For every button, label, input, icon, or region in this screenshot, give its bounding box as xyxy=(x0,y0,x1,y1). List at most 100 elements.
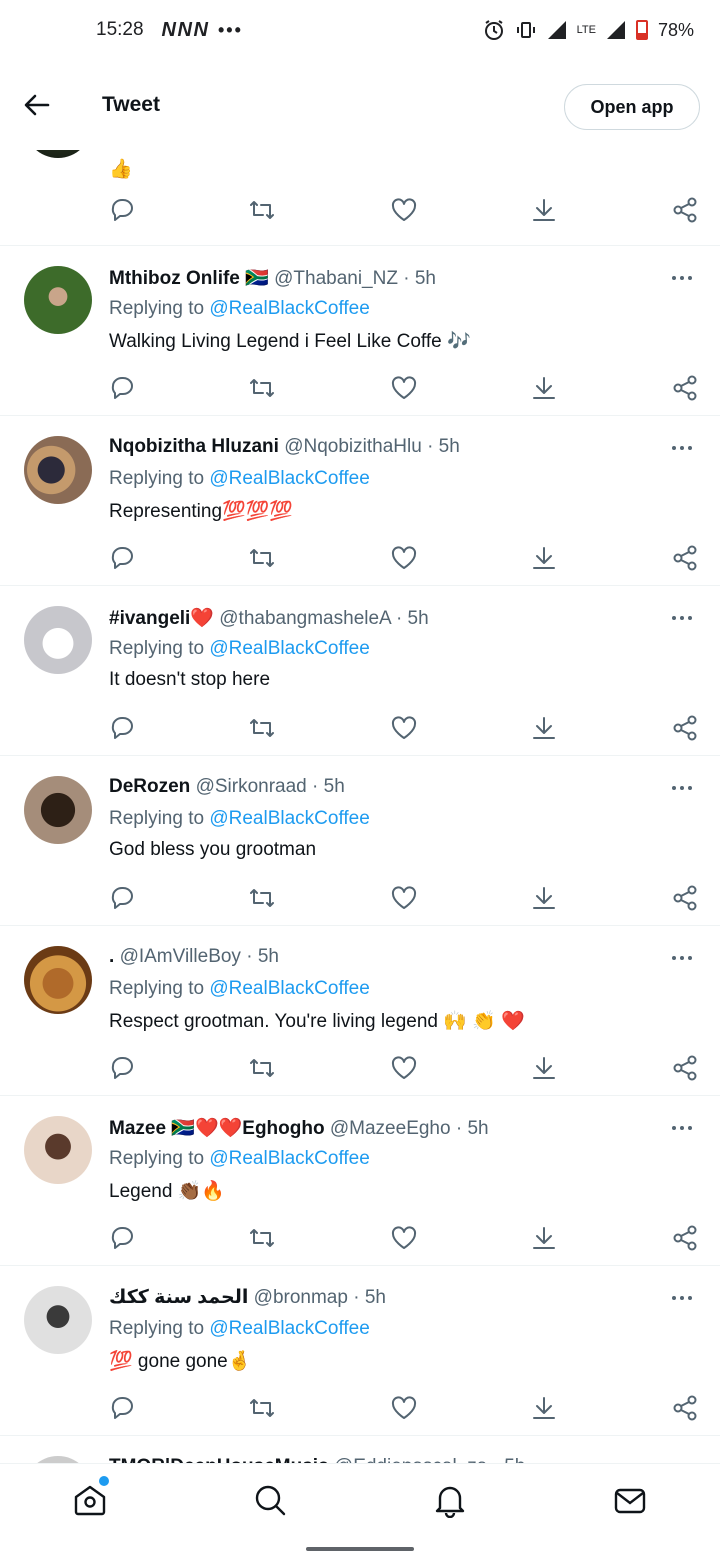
share-icon[interactable] xyxy=(671,714,699,742)
replies-feed[interactable]: 👍 Mthiboz Onlife 🇿🇦 @Thabani_NZ · 5h Rep… xyxy=(0,130,720,1463)
username-time: @Sirkonraad · 5h xyxy=(195,776,345,797)
reply-icon[interactable] xyxy=(108,1394,136,1422)
reply-icon[interactable] xyxy=(108,196,136,224)
avatar[interactable] xyxy=(24,1456,92,1463)
avatar[interactable] xyxy=(24,606,92,674)
retweet-icon[interactable] xyxy=(248,1054,276,1082)
network-n-icons: N N N xyxy=(161,18,208,41)
avatar[interactable] xyxy=(24,436,92,504)
avatar[interactable] xyxy=(24,1286,92,1354)
retweet-icon[interactable] xyxy=(248,1394,276,1422)
mention-link[interactable]: @RealBlackCoffee xyxy=(209,808,369,829)
avatar[interactable] xyxy=(24,946,92,1014)
retweet-icon[interactable] xyxy=(248,544,276,572)
tweet-partial-bottom[interactable]: TMOR|DeepHouseMusic @Eddiepascal_za · 5h xyxy=(0,1436,720,1463)
tweet[interactable]: Nqobizitha Hluzani @NqobizithaHlu · 5h R… xyxy=(0,416,720,586)
avatar[interactable] xyxy=(24,266,92,334)
share-icon[interactable] xyxy=(671,1394,699,1422)
tweet[interactable]: #ivangeli❤️ @thabangmasheleA · 5h Replyi… xyxy=(0,586,720,756)
reply-icon[interactable] xyxy=(108,884,136,912)
reply-icon[interactable] xyxy=(108,374,136,402)
display-name[interactable]: Nqobizitha Hluzani xyxy=(109,436,279,457)
download-icon[interactable] xyxy=(530,714,558,742)
share-icon[interactable] xyxy=(671,884,699,912)
home-notification-dot xyxy=(99,1476,109,1486)
heart-icon[interactable] xyxy=(390,196,418,224)
heart-icon[interactable] xyxy=(390,374,418,402)
display-name[interactable]: Mazee 🇿🇦❤️❤️Eghogho xyxy=(109,1118,325,1139)
mention-link[interactable]: @RealBlackCoffee xyxy=(209,978,369,999)
more-icon[interactable] xyxy=(670,268,694,288)
share-icon[interactable] xyxy=(671,374,699,402)
tweet[interactable]: DeRozen @Sirkonraad · 5h Replying to @Re… xyxy=(0,756,720,926)
retweet-icon[interactable] xyxy=(248,1224,276,1252)
tweet[interactable]: Mazee 🇿🇦❤️❤️Eghogho @MazeeEgho · 5h Repl… xyxy=(0,1096,720,1266)
download-icon[interactable] xyxy=(530,884,558,912)
display-name[interactable]: DeRozen xyxy=(109,776,190,797)
username-time: @MazeeEgho · 5h xyxy=(329,1118,489,1139)
more-icon[interactable] xyxy=(670,1118,694,1138)
battery-icon xyxy=(635,20,648,40)
username-time: @Thabani_NZ · 5h xyxy=(274,268,436,289)
heart-icon[interactable] xyxy=(390,1224,418,1252)
reply-icon[interactable] xyxy=(108,1054,136,1082)
display-name[interactable]: #ivangeli❤️ xyxy=(109,608,214,629)
more-icon[interactable] xyxy=(670,948,694,968)
tweet[interactable]: الحمد سنة ككك @bronmap · 5h Replying to … xyxy=(0,1266,720,1436)
mention-link[interactable]: @RealBlackCoffee xyxy=(209,468,369,489)
tweet[interactable]: . @IAmVilleBoy · 5h Replying to @RealBla… xyxy=(0,926,720,1096)
share-icon[interactable] xyxy=(671,1224,699,1252)
display-name[interactable]: الحمد سنة ككك xyxy=(109,1287,248,1308)
download-icon[interactable] xyxy=(530,374,558,402)
download-icon[interactable] xyxy=(530,196,558,224)
reply-icon[interactable] xyxy=(108,714,136,742)
heart-icon[interactable] xyxy=(390,1394,418,1422)
bell-icon[interactable] xyxy=(432,1482,468,1518)
search-icon[interactable] xyxy=(252,1482,288,1518)
heart-icon[interactable] xyxy=(390,714,418,742)
mention-link[interactable]: @RealBlackCoffee xyxy=(209,1148,369,1169)
back-arrow-icon[interactable] xyxy=(22,90,52,120)
mail-icon[interactable] xyxy=(612,1482,648,1518)
mention-link[interactable]: @RealBlackCoffee xyxy=(209,298,369,319)
share-icon[interactable] xyxy=(671,196,699,224)
retweet-icon[interactable] xyxy=(248,374,276,402)
more-icon[interactable] xyxy=(670,778,694,798)
reply-icon[interactable] xyxy=(108,544,136,572)
avatar[interactable] xyxy=(24,1116,92,1184)
display-name[interactable]: . xyxy=(109,946,114,967)
tweet[interactable]: Mthiboz Onlife 🇿🇦 @Thabani_NZ · 5h Reply… xyxy=(0,246,720,416)
status-right: LTE 78% xyxy=(483,19,694,41)
home-icon[interactable] xyxy=(72,1482,108,1518)
replying-to-label: Replying to xyxy=(109,1148,210,1169)
page-title: Tweet xyxy=(102,93,160,116)
username-time: @bronmap · 5h xyxy=(253,1287,386,1308)
display-name[interactable]: Mthiboz Onlife xyxy=(109,268,240,289)
download-icon[interactable] xyxy=(530,1054,558,1082)
download-icon[interactable] xyxy=(530,1224,558,1252)
download-icon[interactable] xyxy=(530,1394,558,1422)
tweet-header: Mazee 🇿🇦❤️❤️Eghogho @MazeeEgho · 5h xyxy=(109,1116,660,1140)
heart-icon[interactable] xyxy=(390,1054,418,1082)
retweet-icon[interactable] xyxy=(248,196,276,224)
open-app-button[interactable]: Open app xyxy=(564,84,700,130)
share-icon[interactable] xyxy=(671,544,699,572)
status-bar: 15:28 N N N ••• LTE 78% xyxy=(0,0,720,60)
more-icon[interactable] xyxy=(670,1288,694,1308)
mention-link[interactable]: @RealBlackCoffee xyxy=(209,638,369,659)
retweet-icon[interactable] xyxy=(248,714,276,742)
display-name[interactable]: TMOR|DeepHouseMusic xyxy=(109,1456,329,1463)
heart-icon[interactable] xyxy=(390,884,418,912)
more-icon[interactable] xyxy=(670,438,694,458)
mention-link[interactable]: @RealBlackCoffee xyxy=(209,1318,369,1339)
share-icon[interactable] xyxy=(671,1054,699,1082)
retweet-icon[interactable] xyxy=(248,884,276,912)
avatar[interactable] xyxy=(24,776,92,844)
tweet-text: 👍 xyxy=(109,159,133,180)
heart-icon[interactable] xyxy=(390,544,418,572)
tweet-actions xyxy=(108,544,698,574)
reply-icon[interactable] xyxy=(108,1224,136,1252)
download-icon[interactable] xyxy=(530,544,558,572)
more-icon[interactable] xyxy=(670,608,694,628)
tweet-header: Mthiboz Onlife 🇿🇦 @Thabani_NZ · 5h xyxy=(109,266,660,290)
